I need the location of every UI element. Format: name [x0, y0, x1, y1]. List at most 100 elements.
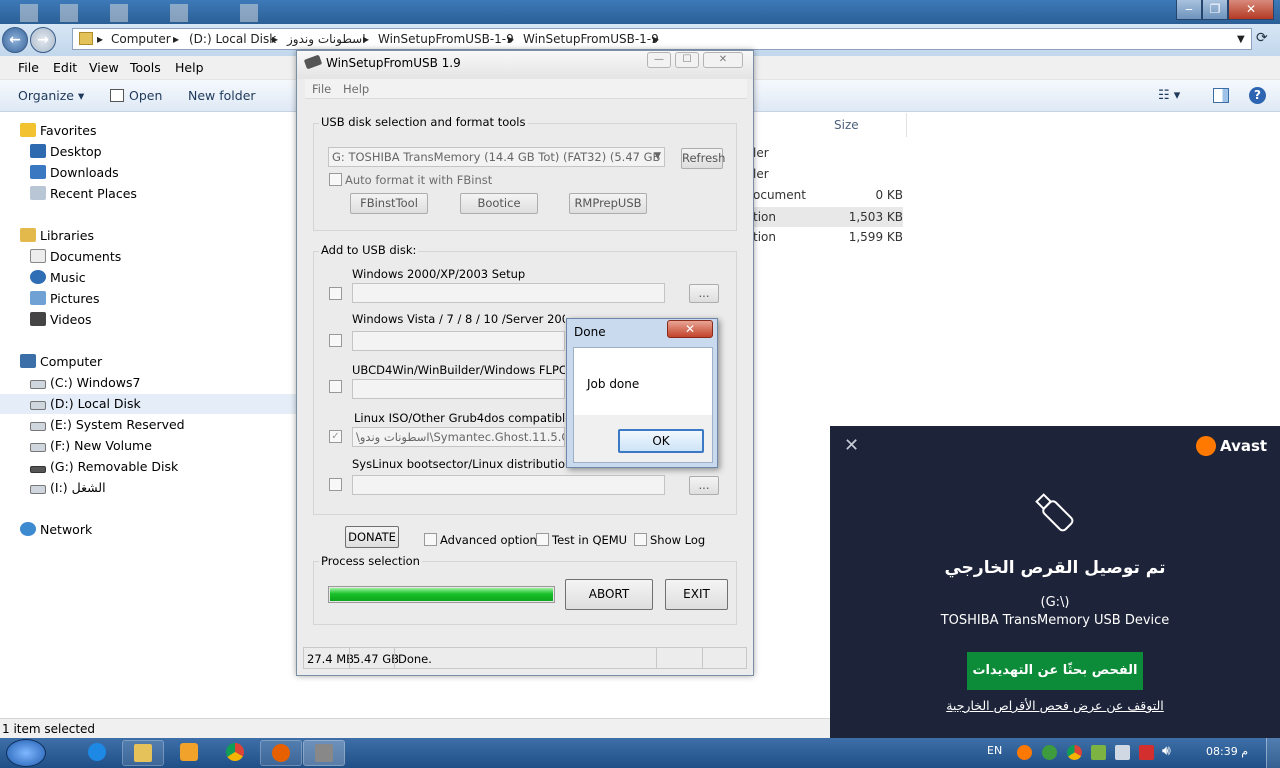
avast-scan-button[interactable]: الفحص بحثًا عن التهديدات — [967, 652, 1143, 690]
nav-network[interactable]: Network — [20, 520, 92, 540]
nav-favorites[interactable]: Favorites — [20, 121, 96, 141]
taskbar-explorer[interactable] — [122, 740, 164, 766]
entry-checkbox[interactable] — [329, 380, 342, 393]
organize-button[interactable]: Organize ▾ — [18, 88, 84, 103]
nav-drive[interactable]: (E:) System Reserved — [30, 415, 185, 435]
menu-help[interactable]: Help — [175, 60, 204, 75]
file-row[interactable]: ocument 0 KB — [753, 188, 903, 202]
nav-drive[interactable]: (G:) Removable Disk — [30, 457, 178, 477]
show-desktop-button[interactable] — [1266, 738, 1280, 768]
volume-icon[interactable]: 🔊︎ — [1162, 743, 1171, 759]
file-row-selected[interactable]: tion 1,503 KB — [753, 207, 903, 227]
nav-item[interactable]: Desktop — [30, 142, 102, 162]
nav-drive[interactable]: (I:) الشغل — [30, 478, 106, 498]
nav-item[interactable]: Recent Places — [30, 184, 137, 204]
entry-checkbox[interactable] — [329, 334, 342, 347]
breadcrumb-item[interactable]: (D:) Local Disk — [189, 32, 276, 46]
address-box[interactable]: ▸ Computer ▸ (D:) Local Disk ▸ اسطونات و… — [72, 28, 1252, 50]
avast-drive: (G:\) — [1040, 595, 1070, 610]
wsu-close-button[interactable]: ✕ — [703, 52, 743, 68]
dropdown-icon[interactable]: ▼ — [1237, 34, 1245, 45]
entry-checkbox-checked[interactable]: ✓ — [329, 430, 342, 443]
breadcrumb-item[interactable]: WinSetupFromUSB-1-9 — [378, 32, 514, 46]
nav-drive-selected[interactable]: (D:) Local Disk — [0, 394, 296, 414]
done-close-button[interactable]: ✕ — [667, 320, 713, 338]
usb-tray-icon[interactable] — [1115, 745, 1130, 760]
nav-item[interactable]: Music — [30, 268, 86, 288]
wsu-menu-help[interactable]: Help — [343, 82, 369, 96]
breadcrumb-item[interactable]: Computer — [111, 32, 171, 46]
nav-item[interactable]: Videos — [30, 310, 92, 330]
clock[interactable]: 08:39 م — [1206, 745, 1248, 758]
open-button[interactable]: Open — [129, 88, 162, 103]
media-player-icon[interactable] — [180, 743, 198, 761]
file-row[interactable]: ler — [753, 167, 903, 181]
nav-libraries[interactable]: Libraries — [20, 226, 94, 246]
browse-button[interactable]: ... — [689, 476, 719, 495]
entry-checkbox[interactable] — [329, 478, 342, 491]
taskbar-winsetupfromusb[interactable] — [303, 740, 345, 766]
file-row[interactable]: tion 1,599 KB — [753, 230, 903, 244]
menu-tools[interactable]: Tools — [130, 60, 161, 75]
menu-file[interactable]: File — [18, 60, 39, 75]
new-folder-button[interactable]: New folder — [188, 88, 256, 103]
nav-item[interactable]: Downloads — [30, 163, 119, 183]
usb-group-label: USB disk selection and format tools — [319, 115, 528, 129]
wsu-menu-file[interactable]: File — [312, 82, 331, 96]
show-log-checkbox[interactable] — [634, 533, 647, 546]
refresh-icon[interactable]: ⟳ — [1256, 30, 1276, 50]
menu-edit[interactable]: Edit — [53, 60, 77, 75]
network-tray-icon[interactable] — [1139, 745, 1154, 760]
tray-icon[interactable] — [1042, 745, 1057, 760]
nav-computer[interactable]: Computer — [20, 352, 102, 372]
wsu-minimize-button[interactable]: — — [647, 52, 671, 68]
fbinsttool-button[interactable]: FBinstTool — [350, 193, 428, 214]
column-size[interactable]: Size — [834, 118, 859, 132]
nav-drive[interactable]: (C:) Windows7 — [30, 373, 140, 393]
entry-path[interactable]: \اسطونات وندو\Symantec.Ghost.11.5.Corpor… — [352, 427, 565, 447]
back-button[interactable]: ← — [2, 27, 28, 53]
refresh-button[interactable]: Refresh — [681, 148, 725, 169]
entry-path[interactable] — [352, 379, 565, 399]
abort-button[interactable]: ABORT — [565, 579, 653, 610]
help-icon[interactable]: ? — [1249, 87, 1266, 104]
forward-button[interactable]: → — [30, 27, 56, 53]
advanced-options-checkbox[interactable] — [424, 533, 437, 546]
chrome-icon[interactable] — [226, 743, 244, 761]
avast-stop-link[interactable]: التوقف عن عرض فحص الأقراص الخارجية — [830, 698, 1280, 713]
taskbar-firefox[interactable] — [260, 740, 302, 766]
nav-item[interactable]: Documents — [30, 247, 121, 267]
wsu-maximize-button[interactable]: ☐ — [675, 52, 699, 68]
breadcrumb-item[interactable]: اسطونات وندوز — [287, 32, 366, 46]
maximize-button[interactable]: ❐ — [1202, 0, 1228, 20]
usb-disk-select[interactable]: G: TOSHIBA TransMemory (14.4 GB Tot) (FA… — [328, 147, 665, 167]
start-button[interactable] — [6, 739, 46, 767]
preview-pane-icon[interactable] — [1213, 88, 1229, 103]
rmprepusb-button[interactable]: RMPrepUSB — [569, 193, 647, 214]
avast-tray-icon[interactable] — [1017, 745, 1032, 760]
ok-button[interactable]: OK — [618, 429, 704, 453]
donate-button[interactable]: DONATE — [345, 526, 399, 548]
minimize-button[interactable]: ‒ — [1176, 0, 1202, 20]
bootice-button[interactable]: Bootice — [460, 193, 538, 214]
breadcrumb-item[interactable]: WinSetupFromUSB-1-9 — [523, 32, 659, 46]
tray-icon[interactable] — [1091, 745, 1106, 760]
exit-button[interactable]: EXIT — [665, 579, 728, 610]
entry-path[interactable] — [352, 283, 665, 303]
ie-icon[interactable] — [88, 743, 106, 761]
view-options-icon[interactable]: ☷ ▾ — [1158, 88, 1180, 103]
auto-format-checkbox[interactable] — [329, 173, 342, 186]
close-button[interactable]: ✕ — [1228, 0, 1274, 20]
browse-button[interactable]: ... — [689, 284, 719, 303]
entry-path[interactable] — [352, 331, 565, 351]
entry-checkbox[interactable] — [329, 287, 342, 300]
avast-close-button[interactable]: ✕ — [844, 435, 859, 456]
test-qemu-checkbox[interactable] — [536, 533, 549, 546]
nav-drive[interactable]: (F:) New Volume — [30, 436, 152, 456]
file-row[interactable]: ler — [753, 146, 903, 160]
language-indicator[interactable]: EN — [987, 744, 1002, 757]
menu-view[interactable]: View — [89, 60, 119, 75]
nav-item[interactable]: Pictures — [30, 289, 100, 309]
entry-path[interactable] — [352, 475, 665, 495]
chrome-tray-icon[interactable] — [1067, 745, 1082, 760]
